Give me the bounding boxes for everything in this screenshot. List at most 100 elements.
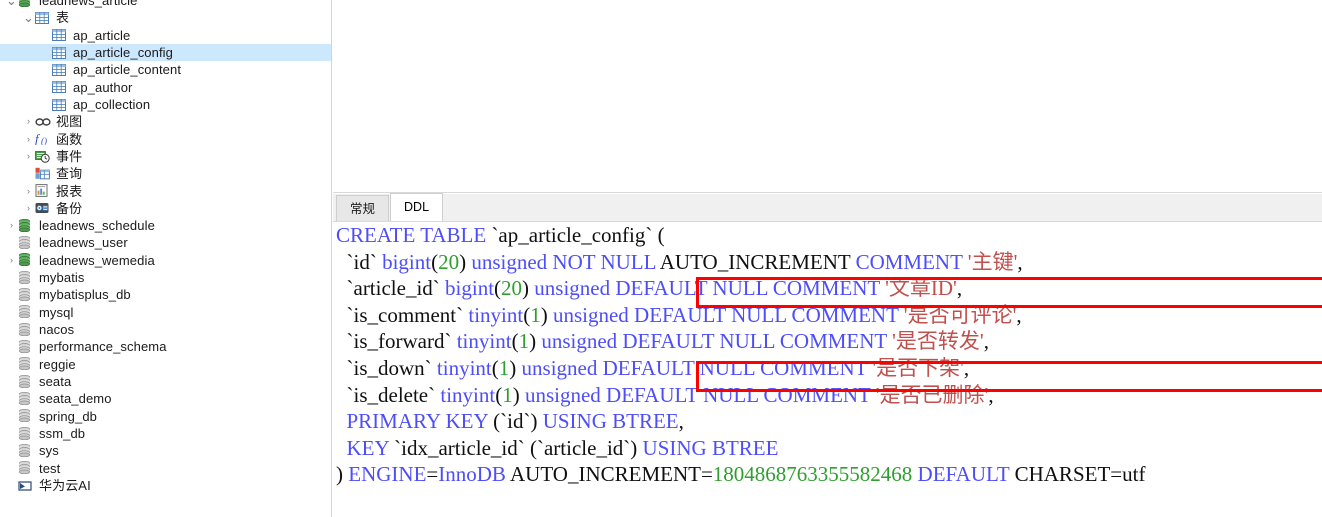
sql-token-num: 1 [502,382,513,407]
tree-item-华为云ai[interactable]: 华为云AI [0,477,331,494]
query-icon [35,167,51,181]
sql-token-str: '是否已删除' [875,382,989,407]
database-green-icon [18,218,34,233]
tree-item-seata_demo[interactable]: seata_demo [0,390,331,407]
sql-token-kw: USING BTREE [642,435,779,460]
database-green-icon [18,253,34,267]
tree-item-sys[interactable]: sys [0,442,331,459]
sql-token-plain: , [1016,302,1022,327]
tree-item-leadnews_article[interactable]: ⌄ leadnews_article [0,0,331,9]
tree-item-mybatis[interactable]: mybatis [0,269,331,286]
object-tree-sidebar[interactable]: ⌄ leadnews_article ⌄ 表 ap_article ap_article_… [0,0,332,517]
tree-item-nacos[interactable]: nacos [0,321,331,338]
database-gray-icon [18,426,34,441]
sql-token-num: 20 [438,249,460,274]
sql-token-kw: unsigned NOT NULL [471,249,656,274]
tree-item-函数[interactable]: › f() 函数 [0,131,331,148]
chevron-right-icon[interactable]: › [22,200,35,217]
sql-line: `is_forward` tinyint(1) unsigned DEFAULT… [336,328,1322,355]
report-icon [35,184,51,198]
sql-token-str: '是否转发' [892,329,984,354]
tree-item-label: 事件 [56,148,83,164]
tree-item-ap_author[interactable]: ap_author [0,79,331,96]
database-gray-icon [18,357,34,371]
sql-token-plain: `ap_article_config` ( [491,223,665,247]
tree-item-leadnews_user[interactable]: leadnews_user [0,234,331,251]
svg-text:(): () [41,136,47,145]
tree-item-表[interactable]: ⌄ 表 [0,9,331,26]
sql-line: ) ENGINE=InnoDB AUTO_INCREMENT=180486876… [336,461,1322,488]
sql-token-plain: (`id`) [487,409,543,434]
sql-token-kw: PRIMARY KEY [336,409,488,434]
chevron-right-icon[interactable]: › [5,217,18,234]
tree-item-test[interactable]: test [0,460,331,477]
tree-item-label: 备份 [56,200,83,216]
sql-token-plain: , [983,329,989,354]
tree-item-label: leadnews_wemedia [39,252,155,268]
database-gray-icon [18,322,34,337]
tree-item-mybatisplus_db[interactable]: mybatisplus_db [0,286,331,303]
sql-token-kw: DEFAULT [917,462,1010,487]
tree-item-ap_article[interactable]: ap_article [0,27,331,44]
tree-item-label: mybatis [39,270,85,286]
tree-item-reggie[interactable]: reggie [0,356,331,373]
sql-token-kw: unsigned DEFAULT NULL COMMENT [552,302,899,327]
sql-token-kw: unsigned DEFAULT NULL COMMENT [534,276,880,301]
detail-tabstrip[interactable]: 常规 DDL [333,193,1322,222]
tree-item-备份[interactable]: › 备份 [0,200,331,217]
sql-token-kw: InnoDB [438,462,506,487]
tree-item-ap_collection[interactable]: ap_collection [0,96,331,113]
tree-item-seata[interactable]: seata [0,373,331,390]
tree-item-leadnews_schedule[interactable]: › leadnews_schedule [0,217,331,234]
cloud-icon [18,479,34,493]
chevron-right-icon[interactable]: › [5,252,18,269]
sql-line: `is_delete` tinyint(1) unsigned DEFAULT … [336,382,1322,409]
tab-general[interactable]: 常规 [336,195,390,221]
tree-item-label: leadnews_article [39,0,138,8]
table-icon [52,28,68,42]
sql-token-plain: ) [336,462,349,487]
sql-token-kw: unsigned DEFAULT NULL COMMENT [541,329,887,354]
database-gray-icon [18,270,34,285]
sql-token-kw: unsigned DEFAULT NULL COMMENT [524,382,871,407]
tree-item-label: 报表 [56,183,83,199]
tree-item-label: ssm_db [39,426,86,441]
sql-token-plain: ( [494,276,502,301]
view-icon [35,115,51,129]
sql-token-plain: `idx_article_id` (`article_id`) [388,435,643,460]
ddl-sql-editor[interactable]: CREATE TABLE `ap_article_config` ( `id` … [333,222,1322,517]
chevron-right-icon[interactable]: › [22,131,35,148]
tree-item-label: reggie [39,356,76,372]
tree-item-ap_article_content[interactable]: ap_article_content [0,61,331,78]
tree-item-视图[interactable]: › 视图 [0,113,331,130]
tab-ddl[interactable]: DDL [390,193,444,221]
tree-item-ssm_db[interactable]: ssm_db [0,425,331,442]
tree-item-spring_db[interactable]: spring_db [0,408,331,425]
tree-item-事件[interactable]: › 事件 [0,148,331,165]
sql-token-kw: ENGINE [348,462,427,487]
chevron-right-icon[interactable]: › [22,113,35,130]
tree-item-报表[interactable]: › 报表 [0,183,331,200]
tree-item-ap_article_config[interactable]: ap_article_config [0,43,331,62]
sql-line: `is_comment` tinyint(1) unsigned DEFAULT… [336,302,1322,329]
sql-token-plain: `article_id` [336,276,446,301]
sql-token-str: '文章ID' [885,276,957,301]
database-gray-icon [18,391,34,406]
chevron-right-icon[interactable]: › [22,183,35,200]
chevron-down-icon[interactable]: ⌄ [5,0,18,7]
chevron-right-icon[interactable]: › [22,148,35,165]
tree-item-查询[interactable]: 查询 [0,165,331,182]
sql-token-num: 1 [530,302,541,327]
table-icon [52,98,68,112]
tree-item-mysql[interactable]: mysql [0,304,331,321]
tree-item-performance_schema[interactable]: performance_schema [0,338,331,355]
tree-item-label: ap_article [73,27,131,43]
tree-item-leadnews_wemedia[interactable]: › leadnews_wemedia [0,252,331,269]
sql-token-kw: unsigned DEFAULT NULL COMMENT [521,355,868,380]
tree-item-label: 表 [56,10,70,26]
database-gray-icon [18,409,34,423]
sql-token-plain: `is_down` [336,355,437,380]
chevron-down-icon[interactable]: ⌄ [22,11,35,24]
sql-token-plain: `is_forward` [336,329,457,354]
sql-line: `is_down` tinyint(1) unsigned DEFAULT NU… [336,355,1322,382]
